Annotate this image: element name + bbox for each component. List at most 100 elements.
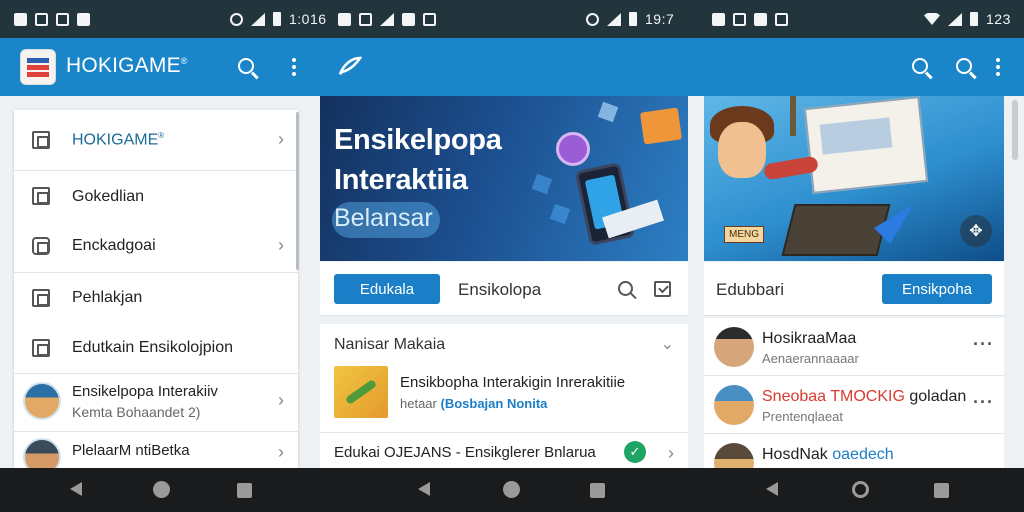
notification-icon — [77, 12, 90, 26]
chevron-right-icon: › — [278, 442, 284, 462]
recents-icon[interactable] — [590, 483, 605, 498]
chevron-right-icon: › — [278, 235, 284, 255]
more-icon[interactable]: ··· — [973, 334, 994, 355]
tile-illustration — [549, 203, 571, 225]
hero-title-line-2: Interaktiia — [334, 164, 468, 196]
article-card: Nanisar Makaia ⌄ Ensikbopha Interakigin … — [320, 324, 688, 468]
tile-illustration — [597, 101, 619, 123]
feather-icon[interactable] — [338, 56, 362, 76]
hero-title-line-1: Ensikelpopa — [334, 124, 502, 156]
battery-icon — [970, 12, 978, 26]
app-title-text: HOKIGAME — [66, 54, 181, 77]
home-icon[interactable] — [852, 481, 869, 498]
notification-icon — [359, 12, 372, 26]
status-left-1 — [14, 0, 90, 38]
notification-icon — [775, 12, 788, 26]
drawer-item-label: HOKIGAME® — [72, 131, 165, 149]
fullscreen-icon[interactable]: ✥ — [960, 215, 992, 247]
navigation-drawer: HOKIGAME® › Gokedlian Enckadgoai › Pehla… — [14, 110, 298, 476]
search-icon[interactable] — [912, 58, 928, 74]
profile-item[interactable]: Ensikelpopa Interakiiv Kemta Bohaandet 2… — [14, 374, 298, 430]
article-sub-highlight: (Bosbajan Nonita — [440, 396, 548, 411]
system-nav-bar — [0, 468, 1024, 512]
drawer-item-gokedlian[interactable]: Gokedlian — [14, 171, 298, 221]
clock: 19:7 — [645, 11, 675, 27]
search-icon[interactable] — [238, 58, 254, 74]
edukala-button[interactable]: Edukala — [334, 274, 440, 304]
drawer-item-edutkain[interactable]: Edutkain Ensikolojpion — [14, 323, 298, 373]
clock: 1:016 — [289, 11, 327, 27]
ensikpoha-button[interactable]: Ensikpoha — [882, 274, 992, 304]
orb-illustration — [556, 132, 590, 166]
user-sub: Prentenqlaeat — [762, 409, 843, 424]
app-logo[interactable] — [20, 49, 56, 85]
more-icon[interactable] — [292, 58, 296, 79]
user-name: HosikraaMaa — [762, 330, 857, 347]
list-item-title[interactable]: Edukai OJEJANS - Ensikglerer Bnlarua — [334, 444, 596, 461]
status-left-2 — [338, 0, 436, 38]
list-item[interactable]: HosdNak oaedech — [704, 434, 1004, 483]
recents-icon[interactable] — [237, 483, 252, 498]
chevron-right-icon[interactable]: › — [668, 443, 674, 464]
user-name-highlight: Sneobaa TMOCKIG — [762, 388, 905, 405]
laptop-illustration — [781, 204, 891, 256]
box-illustration — [639, 107, 683, 145]
drawer-item-label: Enckadgoai — [72, 237, 156, 254]
status-right-2: 19:7 — [586, 0, 674, 38]
hero-banner[interactable]: Ensikelpopa Interaktiia Belansar — [320, 96, 688, 261]
clock: 123 — [986, 11, 1011, 27]
hero-right-action-bar: Edubbari Ensikpoha — [704, 262, 1004, 316]
hero-right-label: Edubbari — [716, 280, 785, 299]
chevron-down-icon[interactable]: ⌄ — [661, 334, 674, 354]
notification-icon — [338, 12, 351, 26]
document-illustration — [803, 96, 929, 194]
more-icon[interactable]: ··· — [973, 392, 994, 413]
profile-name: PlelaarM ntiBetka — [72, 442, 190, 459]
profile-name: Ensikelpopa Interakiiv — [72, 383, 218, 400]
signal-icon — [607, 12, 621, 26]
square-icon — [32, 289, 50, 307]
profile-item[interactable]: PlelaarM ntiBetka › — [14, 432, 298, 476]
recents-icon[interactable] — [934, 483, 949, 498]
home-icon[interactable] — [153, 481, 170, 498]
user-sub: Aenaerannaaaar — [762, 351, 859, 366]
more-icon[interactable] — [996, 58, 1000, 79]
notification-icon — [733, 12, 746, 26]
drawer-item-hokigame[interactable]: HOKIGAME® › — [14, 110, 298, 170]
avatar — [714, 385, 754, 425]
back-icon[interactable] — [418, 482, 430, 496]
notification-icon — [14, 12, 27, 26]
right-scrollbar[interactable] — [1012, 100, 1018, 160]
article-thumbnail[interactable] — [334, 366, 388, 418]
signal-icon — [948, 12, 962, 26]
hero-subtitle: Belansar — [334, 204, 433, 232]
search-icon[interactable] — [956, 58, 972, 74]
camera-icon — [32, 237, 50, 255]
status-right-3: 123 — [924, 0, 1011, 38]
article-title[interactable]: Ensikbopha Interakigin Inrerakitiie — [400, 374, 625, 391]
back-icon[interactable] — [766, 482, 778, 496]
list-item[interactable]: HosikraaMaa Aenaerannaaaar ··· — [704, 318, 1004, 376]
drawer-item-label: Pehlakjan — [72, 289, 143, 306]
drawer-item-enckadgoai[interactable]: Enckadgoai › — [14, 221, 298, 271]
user-name-rest: goladan — [904, 388, 967, 405]
app-title: HOKIGAME® — [66, 54, 188, 78]
article-sub-prefix: hetaar — [400, 396, 437, 411]
search-icon[interactable] — [618, 281, 633, 296]
list-item[interactable]: Sneobaa TMOCKIG goladan Prentenqlaeat ··… — [704, 376, 1004, 434]
home-icon[interactable] — [503, 481, 520, 498]
chevron-right-icon: › — [278, 390, 284, 410]
divider — [320, 432, 688, 433]
alarm-icon — [230, 12, 243, 26]
article-card-header: Nanisar Makaia — [334, 336, 446, 353]
hero-banner-right[interactable]: MENG ✥ — [704, 96, 1004, 261]
drawer-item-pehlakjan[interactable]: Pehlakjan — [14, 273, 298, 323]
checkbox-icon[interactable] — [654, 281, 671, 297]
back-icon[interactable] — [70, 482, 82, 496]
app-bar: HOKIGAME® — [0, 38, 1024, 96]
user-name-plain: HosdNak — [762, 446, 833, 463]
avatar — [714, 327, 754, 367]
drawer-scrollbar[interactable] — [296, 112, 299, 270]
signal-icon — [251, 12, 265, 26]
user-name-link: oaedech — [832, 446, 894, 463]
